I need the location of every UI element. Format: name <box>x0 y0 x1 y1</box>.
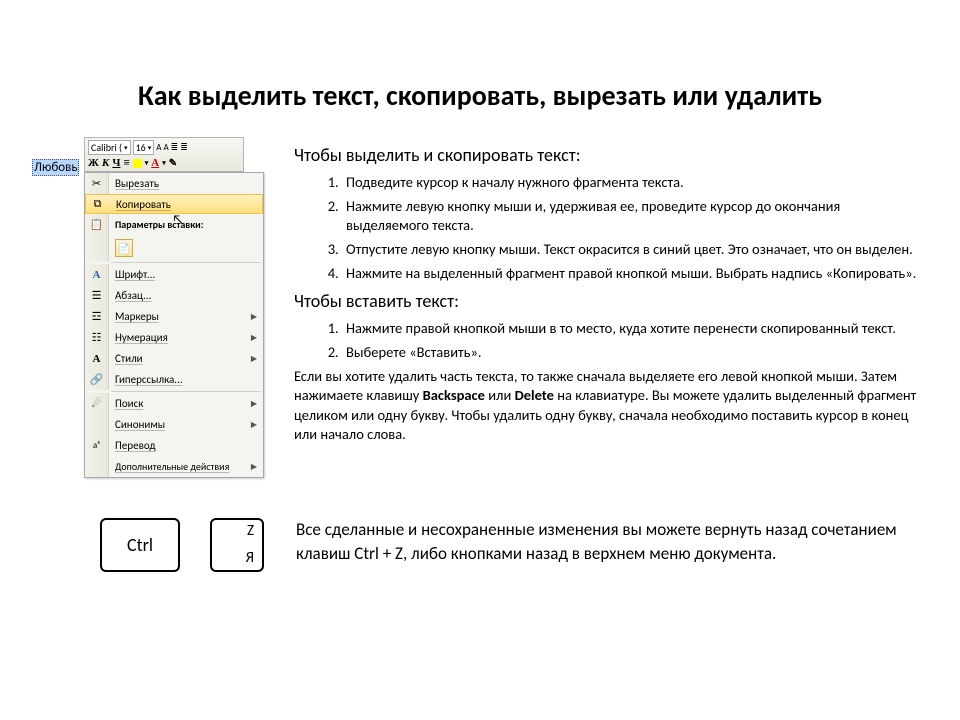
font-name-combo[interactable]: Calibri (▾ <box>88 140 131 155</box>
font-size-combo[interactable]: 16▾ <box>133 140 155 155</box>
list-item: Нажмите правой кнопкой мыши в то место, … <box>342 319 920 339</box>
z-key: Z Я <box>210 518 264 572</box>
list-item: Нажмите левую кнопку мыши и, удерживая е… <box>342 197 920 236</box>
section2-list: Нажмите правой кнопкой мыши в то место, … <box>294 319 920 362</box>
menu-translate[interactable]: a⁵ Перевод <box>85 435 263 456</box>
section2-heading: Чтобы вставить текст: <box>294 289 920 313</box>
paste-options-row: 📄 <box>85 235 263 261</box>
screenshot-panel: Любовь Calibri (▾ 16▾ A A ≣ ≣ Ж К Ч ≡ ▾ … <box>60 137 270 478</box>
chevron-right-icon: ▶ <box>251 420 257 430</box>
chevron-right-icon: ▶ <box>251 399 257 409</box>
italic-icon[interactable]: К <box>102 157 109 169</box>
clipboard-icon: 📋 <box>85 214 109 235</box>
chevron-right-icon: ▶ <box>251 462 257 472</box>
grow-font-icon[interactable]: A <box>156 142 161 153</box>
numbering-icon: ☷ <box>85 327 109 348</box>
font-icon: A <box>85 264 109 285</box>
indent-decrease-icon[interactable]: ≣ <box>171 142 179 153</box>
chevron-right-icon: ▶ <box>251 312 257 322</box>
scissors-icon: ✂ <box>85 173 109 194</box>
context-menu: ✂ Вырезать ⧉ Копировать 📋 Параметры вста… <box>84 172 264 478</box>
indent-increase-icon[interactable]: ≣ <box>180 142 188 153</box>
paragraph-icon: ☰ <box>85 285 109 306</box>
mini-toolbar: Calibri (▾ 16▾ A A ≣ ≣ Ж К Ч ≡ ▾ A ▾ ✎ <box>84 137 244 172</box>
highlight-icon[interactable] <box>133 159 142 168</box>
list-item: Выберете «Вставить». <box>342 343 920 363</box>
menu-synonyms[interactable]: Синонимы ▶ <box>85 414 263 435</box>
underline-icon[interactable]: Ч <box>112 157 120 169</box>
chevron-right-icon: ▶ <box>251 333 257 343</box>
list-item: Нажмите на выделенный фрагмент правой кн… <box>342 264 920 284</box>
delete-paragraph: Если вы хотите удалить часть текста, то … <box>294 367 920 445</box>
font-color-icon[interactable]: A <box>151 157 159 169</box>
menu-paste-options-header: 📋 Параметры вставки: <box>85 214 263 235</box>
menu-extra-actions[interactable]: Дополнительные действия ▶ <box>85 456 263 477</box>
keyboard-keys: Ctrl Z Я <box>100 518 264 572</box>
undo-description: Все сделанные и несохраненные изменения … <box>296 518 900 566</box>
menu-numbering[interactable]: ☷ Нумерация ▶ <box>85 327 263 348</box>
menu-search[interactable]: ☄ Поиск ▶ <box>85 393 263 414</box>
ctrl-key: Ctrl <box>100 518 180 572</box>
paste-option-icon[interactable]: 📄 <box>115 239 133 257</box>
menu-copy[interactable]: ⧉ Копировать <box>85 194 263 214</box>
instructions-panel: Чтобы выделить и скопировать текст: Подв… <box>294 137 920 478</box>
menu-hyperlink[interactable]: 🔗 Гиперссылка... <box>85 369 263 390</box>
section1-heading: Чтобы выделить и скопировать текст: <box>294 143 920 167</box>
shrink-font-icon[interactable]: A <box>163 142 168 153</box>
bold-icon[interactable]: Ж <box>88 157 99 169</box>
hyperlink-icon: 🔗 <box>85 369 109 390</box>
translate-icon: a⁵ <box>85 435 109 456</box>
chevron-right-icon: ▶ <box>251 354 257 364</box>
section1-list: Подведите курсор к началу нужного фрагме… <box>294 173 920 283</box>
menu-bullets[interactable]: ☲ Маркеры ▶ <box>85 306 263 327</box>
list-item: Отпустите левую кнопку мыши. Текст окрас… <box>342 240 920 260</box>
styles-icon: A <box>85 348 109 369</box>
search-icon: ☄ <box>85 393 109 414</box>
align-icon[interactable]: ≡ <box>123 157 129 169</box>
list-item: Подведите курсор к началу нужного фрагме… <box>342 173 920 193</box>
menu-font[interactable]: A Шрифт... <box>85 264 263 285</box>
copy-icon: ⧉ <box>86 194 110 215</box>
menu-styles[interactable]: A Стили ▶ <box>85 348 263 369</box>
selected-text-sample: Любовь <box>32 159 79 176</box>
menu-cut[interactable]: ✂ Вырезать <box>85 173 263 194</box>
bullets-icon: ☲ <box>85 306 109 327</box>
page-title: Как выделить текст, скопировать, вырезат… <box>0 0 960 113</box>
format-painter-icon[interactable]: ✎ <box>169 158 177 169</box>
menu-paragraph[interactable]: ☰ Абзац... <box>85 285 263 306</box>
